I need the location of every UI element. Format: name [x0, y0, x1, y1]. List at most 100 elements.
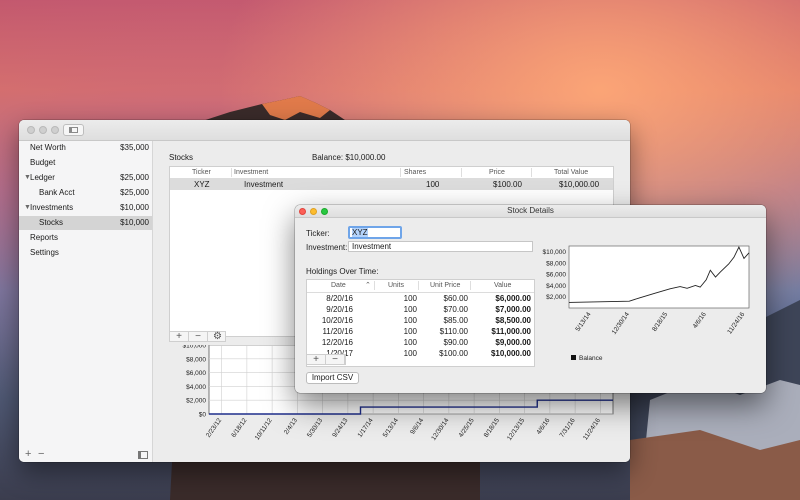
cell-value: $11,000.00: [491, 327, 531, 336]
x-tick-label: 2/23/12: [205, 417, 223, 439]
investment-field[interactable]: Investment: [348, 241, 533, 252]
main-titlebar[interactable]: [19, 120, 630, 141]
sidebar-item-value: $25,000: [120, 188, 149, 197]
y-tick-label: $6,000: [186, 370, 206, 377]
x-tick-label: 1/17/14: [357, 417, 375, 439]
sidebar-item-value: $10,000: [120, 203, 149, 212]
column-divider: [470, 281, 471, 290]
close-button[interactable]: [27, 126, 35, 134]
sidebar-item-investments[interactable]: ▼ Investments $10,000: [19, 201, 152, 215]
stock-details-window: Stock Details Ticker: XYZ Investment: In…: [295, 205, 766, 393]
column-header-investment[interactable]: Investment: [234, 167, 268, 178]
cell-units: 100: [403, 294, 417, 303]
x-tick-label: 4/6/16: [692, 311, 708, 330]
window-title: Stock Details: [507, 206, 554, 215]
minimize-button[interactable]: [39, 126, 47, 134]
column-divider: [400, 168, 401, 177]
investment-label: Investment:: [306, 243, 348, 252]
add-holding-button[interactable]: +: [307, 355, 326, 365]
table-row[interactable]: 8/20/16 100 $60.00 $6,000.00: [307, 293, 534, 304]
cell-date: 12/20/16: [321, 338, 353, 347]
cell-price: $100.00: [493, 180, 522, 189]
column-header-value[interactable]: Value: [494, 280, 511, 292]
sidebar-item-net-worth[interactable]: Net Worth $35,000: [19, 141, 152, 155]
cell-units: 100: [403, 327, 417, 336]
y-tick-label: $10,000: [543, 249, 567, 256]
cell-shares: 100: [426, 180, 440, 189]
sidebar-item-label: Bank Acct: [39, 188, 75, 197]
cell-units: 100: [403, 305, 417, 314]
sidebar-item-bank-acct[interactable]: Bank Acct $25,000: [19, 186, 152, 200]
details-titlebar[interactable]: Stock Details: [295, 205, 766, 218]
y-tick-label: $4,000: [186, 384, 206, 391]
cell-date: 9/20/16: [326, 305, 353, 314]
table-header: Ticker Investment Shares Price Total Val…: [170, 167, 613, 179]
cell-value: $9,000.00: [495, 338, 531, 347]
cell-value: $10,000.00: [490, 349, 531, 358]
cell-date: 10/20/16: [321, 316, 353, 325]
y-tick-label: $0: [199, 412, 207, 419]
column-header-ticker[interactable]: Ticker: [192, 167, 211, 178]
legend-label: Balance: [579, 355, 603, 362]
column-header-shares[interactable]: Shares: [404, 167, 426, 178]
sidebar-item-label: Stocks: [39, 218, 64, 227]
y-tick-label: $6,000: [546, 272, 566, 279]
import-csv-button[interactable]: Import CSV: [306, 372, 359, 384]
zoom-button[interactable]: [51, 126, 59, 134]
sidebar-item-label: Investments: [30, 203, 74, 212]
x-tick-label: 4/25/15: [458, 417, 476, 439]
cell-units: 100: [403, 316, 417, 325]
y-tick-label: $2,000: [546, 294, 566, 301]
column-header-date[interactable]: Date: [331, 280, 346, 292]
remove-holding-button[interactable]: −: [326, 355, 345, 365]
sidebar-add-button[interactable]: +: [25, 448, 31, 460]
sidebar-item-settings[interactable]: Settings: [19, 246, 152, 260]
sidebar-toggle-button[interactable]: [63, 124, 84, 136]
sidebar-item-value: $10,000: [120, 218, 149, 227]
x-tick-label: 10/11/12: [254, 417, 274, 442]
column-divider: [231, 168, 232, 177]
x-tick-label: 5/13/14: [382, 417, 400, 439]
y-tick-label: $2,000: [186, 398, 206, 405]
column-header-unit-price[interactable]: Unit Price: [430, 280, 460, 292]
ticker-field[interactable]: XYZ: [348, 226, 402, 239]
table-row[interactable]: 9/20/16 100 $70.00 $7,000.00: [307, 304, 534, 315]
table-row[interactable]: XYZ Investment 100 $100.00 $10,000.00: [170, 179, 613, 190]
sidebar-item-reports[interactable]: Reports: [19, 231, 152, 245]
column-header-total-value[interactable]: Total Value: [554, 167, 588, 178]
balance-label: Balance: $10,000.00: [312, 153, 386, 162]
table-row[interactable]: 11/20/16 100 $110.00 $11,000.00: [307, 326, 534, 337]
holdings-chart: $10,000 $8,000 $6,000 $4,000 $2,000 5/13/14 12…: [541, 243, 751, 378]
cell-unit-price: $90.00: [443, 338, 468, 347]
x-tick-label: 9/24/13: [331, 417, 349, 439]
sidebar-remove-button[interactable]: −: [38, 448, 44, 460]
cell-date: 11/20/16: [322, 327, 353, 336]
add-stock-button[interactable]: +: [170, 332, 189, 342]
x-tick-label: 9/6/14: [409, 417, 425, 436]
cell-units: 100: [403, 349, 417, 358]
sidebar-item-value: $25,000: [120, 173, 149, 182]
sidebar-item-ledger[interactable]: ▼ Ledger $25,000: [19, 171, 152, 185]
cell-date: 8/20/16: [326, 294, 353, 303]
table-row[interactable]: 12/20/16 100 $90.00 $9,000.00: [307, 337, 534, 348]
gear-icon[interactable]: ⚙: [208, 332, 227, 342]
x-tick-label: 12/13/15: [506, 417, 526, 442]
column-divider: [374, 281, 375, 290]
sidebar-item-budget[interactable]: Budget: [19, 156, 152, 170]
table-row[interactable]: 10/20/16 100 $85.00 $8,500.00: [307, 315, 534, 326]
panel-toggle-icon[interactable]: [138, 451, 148, 459]
holdings-chart-svg: $10,000 $8,000 $6,000 $4,000 $2,000 5/13/14 12…: [543, 245, 750, 362]
column-header-units[interactable]: Units: [388, 280, 404, 292]
y-tick-label: $8,000: [546, 260, 566, 267]
sidebar-item-label: Reports: [30, 233, 59, 242]
ticker-value: XYZ: [352, 228, 368, 237]
remove-stock-button[interactable]: −: [189, 332, 208, 342]
column-header-price[interactable]: Price: [489, 167, 505, 178]
sort-ascending-icon[interactable]: ⌃: [365, 280, 371, 292]
sidebar-item-stocks[interactable]: Stocks $10,000: [19, 216, 152, 230]
cell-value: $7,000.00: [495, 305, 531, 314]
sidebar-footer: + −: [19, 448, 152, 462]
sidebar: Net Worth $35,000 Budget ▼ Ledger $25,00…: [19, 141, 153, 462]
cell-unit-price: $70.00: [443, 305, 468, 314]
x-tick-label: 8/18/15: [651, 311, 669, 333]
